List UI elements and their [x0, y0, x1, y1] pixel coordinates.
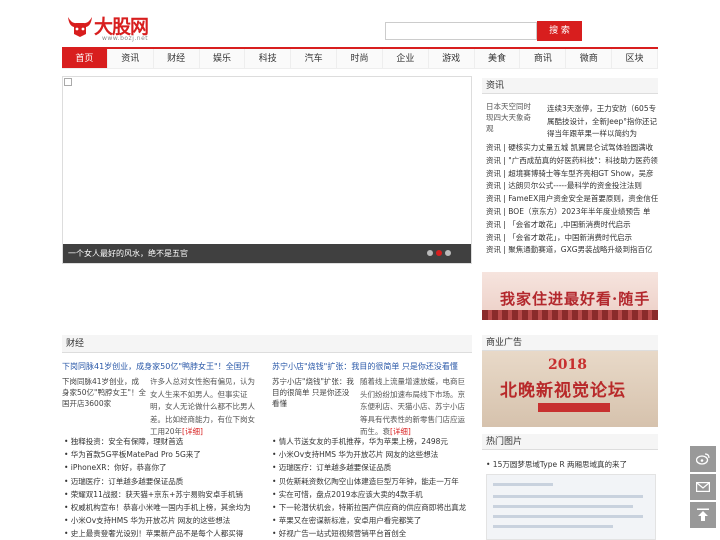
back-to-top-icon — [697, 508, 709, 521]
list-item[interactable]: 资讯 | 「会省才敢花」,中国新消费时代启示 — [486, 219, 658, 232]
nav-item-auto[interactable]: 汽车 — [291, 49, 338, 68]
back-to-top-button[interactable] — [690, 502, 716, 528]
nav-item-news[interactable]: 资讯 — [108, 49, 154, 68]
nav-item-food[interactable]: 美食 — [475, 49, 521, 68]
finance-heading: 财经 — [62, 335, 472, 353]
list-item[interactable]: 资讯 | 超境赛博骑士等车型齐亮相GT Show，吴彦 — [486, 168, 658, 181]
list-item[interactable]: • 苹果又在密谋新标准，安卓用户看完都笑了 — [272, 514, 472, 527]
ad-banner-strip — [538, 403, 610, 412]
list-item[interactable]: • 下一轮潜伏机会，特斯拉国产供应商的供应商即将出真龙 — [272, 501, 472, 514]
list-item[interactable]: 资讯 | 达朗贝尔公式-----最科学的资金投注法则 — [486, 180, 658, 193]
finance-right-desc-text: 随着线上流量增速放缓，电商巨头们纷纷加速布局线下市场。京东便利店、天猫小店、苏宁… — [360, 377, 465, 436]
list-item[interactable]: • 史上最贵登奢光设别！苹果新产品不是每个人都买得 — [64, 527, 264, 540]
slider-dot[interactable] — [427, 250, 433, 256]
nav-item-wechat-business[interactable]: 微商 — [566, 49, 613, 68]
list-item[interactable]: • 情人节送女友的手机推荐，华为苹果上榜，2498元 — [272, 435, 472, 448]
list-item[interactable]: • 迈瑞医疗：订单越多越要保证品质 — [272, 461, 472, 474]
nav-item-games[interactable]: 游戏 — [429, 49, 475, 68]
list-item[interactable]: • 权威机构宣布！恭喜小米唯一国内手机上榜，其余均为 — [64, 501, 264, 514]
list-item[interactable]: • 好视广告一站式短视频营销平台首创全 — [272, 527, 472, 540]
search-input[interactable] — [385, 22, 537, 40]
logo-url: www.bozj.net — [102, 35, 149, 42]
image-slider[interactable]: 一个女人最好的风水，绝不是五官 — [62, 76, 472, 264]
list-item[interactable]: 资讯 | 硬核实力丈量五城 凯翼昆仑试驾体验圆满收 — [486, 142, 658, 155]
slider-dots — [427, 250, 451, 256]
nav-item-enterprise[interactable]: 企业 — [383, 49, 429, 68]
finance-right-title[interactable]: 苏宁小店"烧钱"扩张：我目的很简单 只是你还没看懂 — [272, 361, 472, 372]
list-item[interactable]: 资讯 | 「会省才敢花」，中国新消费时代启示 — [486, 232, 658, 245]
ad-banner[interactable]: 2018 北晚新视觉论坛 — [482, 351, 658, 427]
list-item[interactable]: 资讯 | BOE（京东方）2023年半年度业绩预告 单 — [486, 206, 658, 219]
ad-banner-year: 2018 — [548, 357, 587, 373]
thumbnail-decoration — [493, 483, 553, 486]
nav-item-blockchain[interactable]: 区块 — [612, 49, 658, 68]
banner-roof-decoration — [482, 310, 658, 320]
finance-right-image[interactable]: 苏宁小店"烧钱"扩张：我目的很简单 只是你还没看懂 — [272, 376, 356, 416]
main-nav: 首页 资讯 财经 娱乐 科技 汽车 时尚 企业 游戏 美食 商讯 微商 区块 — [62, 47, 658, 69]
ad-banner-text: 北晚新视觉论坛 — [500, 381, 626, 401]
finance-right-desc: 随着线上流量增速放缓，电商巨头们纷纷加速布局线下市场。京东便利店、天猫小店、苏宁… — [360, 376, 472, 439]
list-item[interactable]: • 小米Ov支持HMS 华为开放芯片 网友的这些想法 — [272, 448, 472, 461]
search-button[interactable]: 搜 索 — [537, 21, 582, 41]
hot-image-title[interactable]: • 15万圆梦思域Type R 两厢思域真的来了 — [486, 459, 627, 470]
list-item[interactable]: • 小米Ov支持HMS 华为开放芯片 网友的这些想法 — [64, 514, 264, 527]
nav-item-fashion[interactable]: 时尚 — [337, 49, 383, 68]
slider-dot-active[interactable] — [436, 250, 442, 256]
slider-caption-bar: 一个女人最好的风水，绝不是五官 — [63, 244, 471, 263]
news-feature-text[interactable]: 连续3天涨停，王力安防（605专属酷技设计，全新Jeep°指你还记得当年跟苹果一… — [547, 103, 657, 141]
list-item[interactable]: • iPhoneXR：你好，恭喜你了 — [64, 461, 264, 474]
list-item[interactable]: • 独释投资：安全有保障，理财首选 — [64, 435, 264, 448]
list-item[interactable]: 资讯 | 聚焦通勤赛道，GXG男装战略升级到指百亿 — [486, 244, 658, 257]
finance-left-image[interactable]: 下岗同脉41岁创业，成身家50亿"鸭脖女王"！全国开店3600家 — [62, 376, 146, 416]
finance-left-title[interactable]: 下岗同脉41岁创业，成身家50亿"鸭脖女王"！全国开 — [62, 361, 262, 372]
nav-item-entertainment[interactable]: 娱乐 — [200, 49, 246, 68]
hot-images-heading: 热门图片 — [482, 434, 658, 450]
nav-item-business[interactable]: 商讯 — [520, 49, 567, 68]
mail-share-button[interactable] — [690, 474, 716, 500]
site-logo[interactable]: 大股网 www.bozj.net — [66, 12, 176, 42]
thumbnail-decoration — [493, 515, 643, 518]
finance-left-list: • 独释投资：安全有保障，理财首选 • 华为首款5G平板MatePad Pro … — [64, 435, 264, 540]
list-item[interactable]: • 华为首款5G平板MatePad Pro 5G来了 — [64, 448, 264, 461]
list-item[interactable]: • 荣耀双11战报：获天猫+京东+苏宁易购安卓手机销 — [64, 488, 264, 501]
list-item[interactable]: • 迈瑞医疗：订单越多越要保证品质 — [64, 475, 264, 488]
list-item[interactable]: 资讯 | FameEX用户资金安全是首要原则，资金信任 — [486, 193, 658, 206]
nav-item-tech[interactable]: 科技 — [245, 49, 292, 68]
thumbnail-decoration — [493, 495, 643, 498]
finance-left-desc: 许多人总对女性抱有偏见，认为女人生来不如男人。但事实证明，女人无论做什么都不比男… — [150, 376, 262, 439]
bull-logo-icon — [68, 17, 92, 37]
list-item[interactable]: • 实在可惜，盘点2019本应该大卖的4款手机 — [272, 488, 472, 501]
thumbnail-decoration — [493, 505, 633, 508]
news-list: 资讯 | 硬核实力丈量五城 凯翼昆仑试驾体验圆满收 资讯 | "广西成茄真的好医… — [486, 142, 658, 257]
broken-image-icon — [64, 78, 72, 86]
finance-right-list: • 情人节送女友的手机推荐，华为苹果上榜，2498元 • 小米Ov支持HMS 华… — [272, 435, 472, 540]
list-item[interactable]: 资讯 | "广西成茄真的好医药科技"：科技助力医药领域 — [486, 155, 658, 168]
nav-item-home[interactable]: 首页 — [62, 49, 108, 68]
list-item[interactable]: • 贝佐斯耗资数亿陶空山体建造巨型万年钟，能走一万年 — [272, 475, 472, 488]
slider-caption[interactable]: 一个女人最好的风水，绝不是五官 — [68, 244, 188, 263]
weibo-share-button[interactable] — [690, 446, 716, 472]
mail-icon — [696, 482, 711, 493]
ad-heading: 商业广告 — [482, 335, 658, 351]
promo-banner[interactable]: 我家住进最好看·随手拍 — [482, 272, 658, 320]
news-panel-heading: 资讯 — [482, 78, 658, 94]
news-feature-image[interactable]: 日本天空同时现四大天象奇观 — [486, 101, 538, 137]
weibo-icon — [695, 453, 710, 465]
slider-dot[interactable] — [445, 250, 451, 256]
thumbnail-decoration — [493, 525, 613, 528]
hot-image-thumbnail[interactable] — [486, 474, 656, 540]
nav-item-finance[interactable]: 财经 — [154, 49, 200, 68]
